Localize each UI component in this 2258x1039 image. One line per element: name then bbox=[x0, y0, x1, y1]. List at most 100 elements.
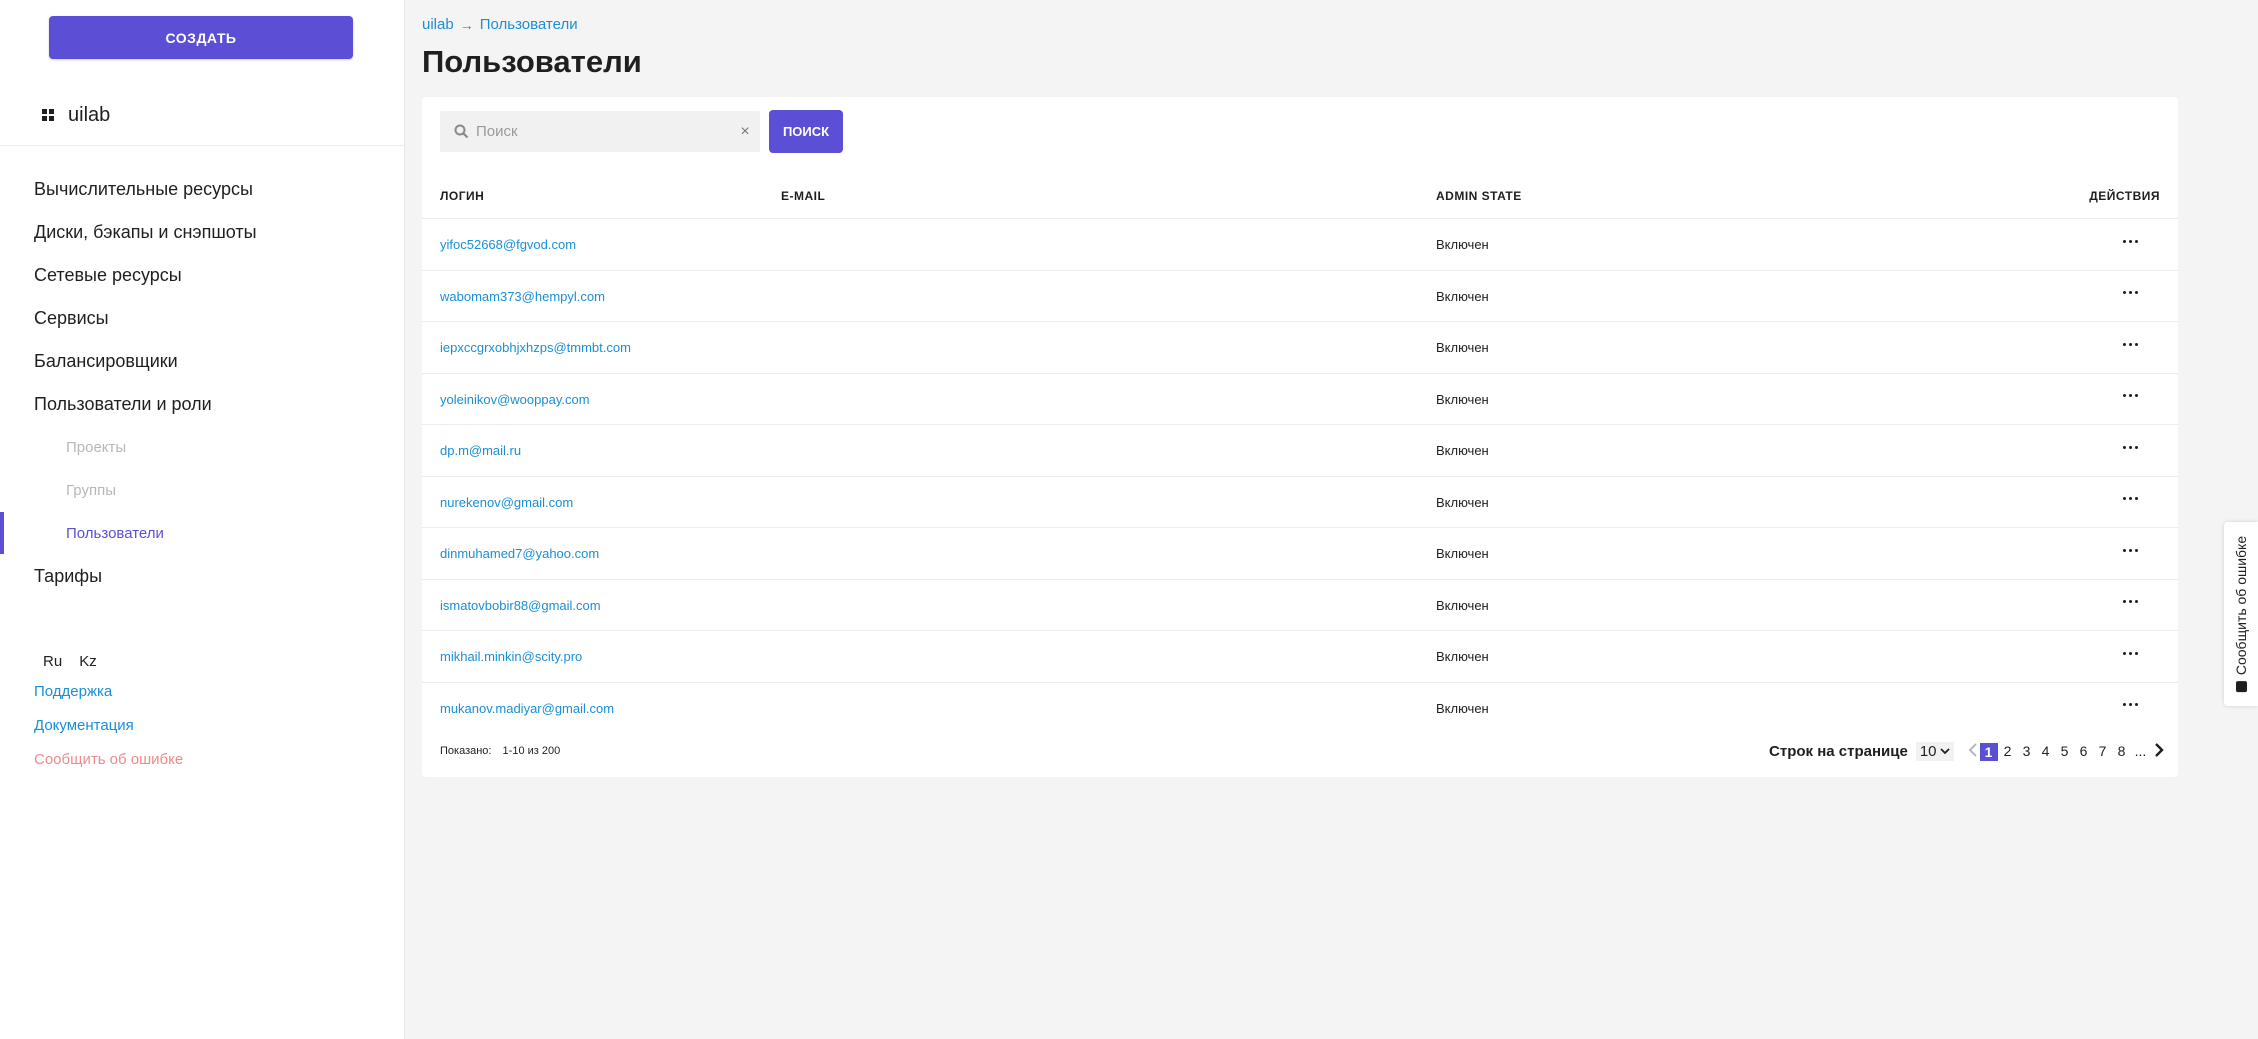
table-row: nurekenov@gmail.com Включен bbox=[422, 475, 2178, 528]
clear-icon[interactable]: × bbox=[730, 123, 760, 141]
search-box: × bbox=[440, 111, 760, 152]
table-row: mikhail.minkin@scity.pro Включен bbox=[422, 630, 2178, 682]
page-title: Пользователи bbox=[422, 44, 642, 79]
rows-per-page-value: 10 bbox=[1919, 743, 1937, 760]
nav-balancers[interactable]: Балансировщики bbox=[34, 351, 178, 372]
grid-icon bbox=[42, 109, 54, 121]
admin-state: Включен bbox=[1436, 288, 1489, 304]
admin-state: Включен bbox=[1436, 391, 1489, 407]
chevron-down-icon bbox=[1939, 748, 1950, 755]
nav-users-roles[interactable]: Пользователи и роли bbox=[34, 394, 212, 415]
table-row: yoleinikov@wooppay.com Включен bbox=[422, 372, 2178, 425]
user-login-link[interactable]: yifoc52668@fgvod.com bbox=[440, 237, 576, 252]
admin-state: Включен bbox=[1436, 597, 1489, 613]
search-button[interactable]: ПОИСК bbox=[769, 110, 843, 153]
more-actions-icon[interactable] bbox=[2115, 693, 2145, 717]
table-row: iepxccgrxobhjxhzps@tmmbt.com Включен bbox=[422, 321, 2178, 373]
page-number[interactable]: 5 bbox=[2056, 743, 2074, 761]
user-login-link[interactable]: wabomam373@hempyl.com bbox=[440, 289, 605, 304]
more-actions-icon[interactable] bbox=[2115, 332, 2145, 356]
support-link[interactable]: Поддержка bbox=[34, 683, 112, 700]
arrow-right-icon: → bbox=[459, 16, 474, 33]
search-input[interactable] bbox=[476, 123, 730, 140]
nav-compute[interactable]: Вычислительные ресурсы bbox=[34, 179, 253, 200]
page-number[interactable]: 6 bbox=[2075, 743, 2093, 761]
nav-network[interactable]: Сетевые ресурсы bbox=[34, 265, 182, 286]
shown-range: 1-10 из 200 bbox=[502, 745, 561, 757]
more-actions-icon[interactable] bbox=[2115, 229, 2145, 253]
language-switcher: Ru Kz bbox=[43, 653, 97, 670]
admin-state: Включен bbox=[1436, 494, 1489, 510]
more-actions-icon[interactable] bbox=[2115, 590, 2145, 614]
table-row: ismatovbobir88@gmail.com Включен bbox=[422, 578, 2178, 631]
more-actions-icon[interactable] bbox=[2115, 384, 2145, 408]
shown-label: Показано: bbox=[440, 745, 492, 757]
column-header-admin-state: ADMIN STATE bbox=[1436, 189, 1522, 203]
report-tab-label: Сообщить об ошибке bbox=[2233, 535, 2249, 676]
shown-count: Показано: 1-10 из 200 bbox=[440, 745, 560, 757]
table-row: dinmuhamed7@yahoo.com Включен bbox=[422, 527, 2178, 579]
more-actions-icon[interactable] bbox=[2115, 641, 2145, 665]
report-icon bbox=[2235, 681, 2247, 693]
lang-kz[interactable]: Kz bbox=[79, 653, 97, 670]
page-number[interactable]: 2 bbox=[1999, 743, 2017, 761]
admin-state: Включен bbox=[1436, 649, 1489, 664]
page-number[interactable]: 7 bbox=[2094, 743, 2112, 761]
table-row: mukanov.madiyar@gmail.com Включен bbox=[422, 681, 2178, 734]
create-button[interactable]: СОЗДАТЬ bbox=[49, 16, 353, 59]
page-list: 1 2 3 4 5 6 7 8... bbox=[1979, 742, 2151, 761]
page-ellipsis: ... bbox=[2134, 742, 2147, 759]
project-selector[interactable]: uilab bbox=[42, 100, 110, 130]
user-login-link[interactable]: ismatovbobir88@gmail.com bbox=[440, 598, 601, 613]
report-error-tab[interactable]: Сообщить об ошибке bbox=[2224, 522, 2258, 706]
user-login-link[interactable]: dinmuhamed7@yahoo.com bbox=[440, 546, 599, 561]
lang-ru[interactable]: Ru bbox=[43, 653, 62, 670]
user-login-link[interactable]: mikhail.minkin@scity.pro bbox=[440, 649, 582, 664]
nav-disks[interactable]: Диски, бэкапы и снэпшоты bbox=[34, 222, 257, 243]
page-number[interactable]: 4 bbox=[2037, 743, 2055, 761]
table-row: wabomam373@hempyl.com Включен bbox=[422, 269, 2178, 322]
column-header-actions: ДЕЙСТВИЯ bbox=[2089, 189, 2160, 203]
next-page-icon[interactable] bbox=[2154, 741, 2164, 762]
user-login-link[interactable]: iepxccgrxobhjxhzps@tmmbt.com bbox=[440, 340, 631, 355]
nav-tariffs[interactable]: Тарифы bbox=[34, 566, 102, 587]
divider bbox=[0, 145, 405, 146]
breadcrumb-current[interactable]: Пользователи bbox=[480, 16, 578, 33]
active-indicator bbox=[0, 512, 4, 554]
subnav-projects[interactable]: Проекты bbox=[66, 439, 126, 456]
user-login-link[interactable]: yoleinikov@wooppay.com bbox=[440, 392, 590, 407]
nav-services[interactable]: Сервисы bbox=[34, 308, 109, 329]
brand-name: uilab bbox=[68, 103, 111, 126]
column-header-email: E-MAIL bbox=[781, 189, 826, 203]
table-row: dp.m@mail.ru Включен bbox=[422, 424, 2178, 476]
admin-state: Включен bbox=[1436, 700, 1489, 716]
more-actions-icon[interactable] bbox=[2115, 435, 2145, 459]
more-actions-icon[interactable] bbox=[2115, 538, 2145, 562]
page-number[interactable]: 3 bbox=[2018, 743, 2036, 761]
more-actions-icon[interactable] bbox=[2115, 487, 2145, 511]
subnav-users[interactable]: Пользователи bbox=[66, 525, 164, 542]
admin-state: Включен bbox=[1436, 237, 1489, 252]
report-error-link[interactable]: Сообщить об ошибке bbox=[34, 751, 183, 768]
column-header-login: ЛОГИН bbox=[440, 189, 485, 203]
rows-per-page-label: Строк на странице bbox=[1769, 743, 1908, 760]
docs-link[interactable]: Документация bbox=[34, 717, 134, 734]
breadcrumb: uilab → Пользователи bbox=[422, 16, 578, 33]
admin-state: Включен bbox=[1436, 340, 1489, 355]
user-login-link[interactable]: nurekenov@gmail.com bbox=[440, 495, 573, 510]
pagination: Строк на странице 10 1 2 3 4 5 6 7 8... bbox=[1769, 741, 2164, 762]
admin-state: Включен bbox=[1436, 443, 1489, 458]
user-login-link[interactable]: mukanov.madiyar@gmail.com bbox=[440, 701, 614, 716]
breadcrumb-root[interactable]: uilab bbox=[422, 16, 454, 33]
sidebar: СОЗДАТЬ uilab Вычислительные ресурсы Дис… bbox=[0, 0, 405, 1039]
rows-per-page-select[interactable]: 10 bbox=[1915, 742, 1954, 761]
user-login-link[interactable]: dp.m@mail.ru bbox=[440, 443, 521, 458]
search-icon bbox=[446, 124, 476, 139]
prev-page-icon[interactable] bbox=[1968, 741, 1978, 762]
more-actions-icon[interactable] bbox=[2115, 281, 2145, 305]
page-number[interactable]: 8 bbox=[2113, 743, 2131, 761]
admin-state: Включен bbox=[1436, 546, 1489, 561]
table-row: yifoc52668@fgvod.com Включен bbox=[422, 218, 2178, 270]
subnav-groups[interactable]: Группы bbox=[66, 482, 116, 499]
page-number[interactable]: 1 bbox=[1979, 742, 1998, 761]
